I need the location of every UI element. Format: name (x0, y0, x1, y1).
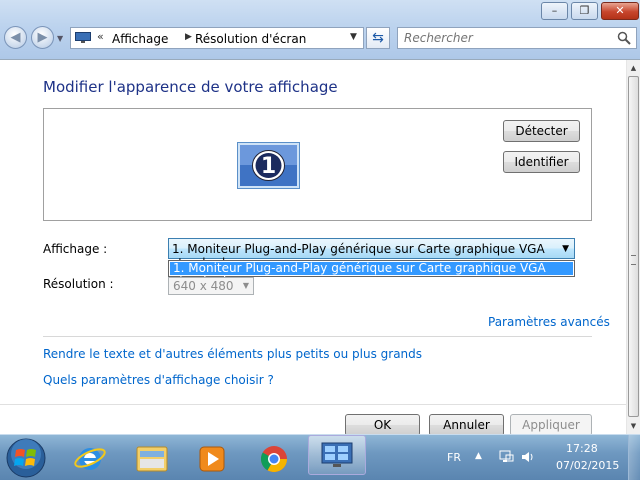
monitor-number: 1 (261, 154, 276, 179)
display-dropdown-list: 1. Moniteur Plug-and-Play générique sur … (168, 260, 575, 288)
address-history-dropdown-icon[interactable]: ▼ (350, 32, 357, 42)
close-button[interactable]: ✕ (601, 2, 639, 20)
forward-button[interactable]: ▶ (31, 26, 54, 49)
breadcrumb-resolution[interactable]: Résolution d'écran (195, 32, 306, 46)
network-icon[interactable] (498, 449, 514, 465)
scroll-up-icon[interactable]: ▲ (627, 60, 640, 76)
scrollbar-thumb[interactable] (628, 76, 639, 417)
divider (43, 336, 592, 337)
back-arrow-icon: ◀ (10, 30, 21, 45)
breadcrumb-affichage[interactable]: Affichage (112, 32, 168, 46)
forward-arrow-icon: ▶ (37, 30, 48, 45)
cancel-button[interactable]: Annuler (429, 414, 504, 436)
address-bar[interactable]: « Affichage ▶ Résolution d'écran ▼ (70, 27, 364, 49)
search-box[interactable] (397, 27, 637, 49)
search-icon[interactable] (617, 31, 631, 45)
maximize-button[interactable]: ❐ (571, 2, 598, 20)
text-size-link[interactable]: Rendre le texte et d'autres éléments plu… (43, 347, 422, 361)
monitor-icon (75, 32, 91, 43)
minimize-button[interactable]: – (541, 2, 568, 20)
clock-time[interactable]: 17:28 (566, 442, 598, 455)
internet-explorer-icon[interactable] (63, 438, 118, 478)
page-title: Modifier l'apparence de votre affichage (43, 78, 338, 96)
refresh-button[interactable]: ⇆ (366, 27, 390, 49)
display-select[interactable]: 1. Moniteur Plug-and-Play générique sur … (168, 238, 575, 270)
detect-button[interactable]: Détecter (503, 120, 580, 142)
windows-explorer-icon[interactable] (124, 438, 179, 478)
display-label: Affichage : (43, 242, 108, 256)
volume-icon[interactable] (520, 449, 536, 465)
refresh-icon: ⇆ (372, 30, 384, 46)
chrome-icon[interactable] (246, 438, 301, 478)
taskbar: FR ▲ 17:28 07/02/2015 (0, 434, 640, 480)
resolution-label: Résolution : (43, 277, 114, 291)
chevron-down-icon: ▼ (242, 281, 249, 290)
identify-button[interactable]: Identifier (503, 151, 580, 173)
grip-icon (631, 255, 636, 265)
resolution-select: 640 x 480 ▼ (168, 277, 254, 295)
language-indicator[interactable]: FR (447, 451, 461, 464)
footer-divider (0, 404, 626, 405)
scroll-down-icon[interactable]: ▼ (627, 418, 640, 434)
media-player-icon[interactable] (184, 438, 239, 478)
back-button[interactable]: ◀ (4, 26, 27, 49)
apply-button: Appliquer (510, 414, 592, 436)
resolution-select-value: 640 x 480 (173, 279, 234, 293)
recent-pages-dropdown-icon[interactable]: ▼ (57, 34, 63, 43)
chevron-down-icon: ▼ (562, 244, 569, 254)
show-hidden-icons-icon[interactable]: ▲ (475, 451, 482, 461)
monitor-1-tile[interactable]: 1 (237, 142, 300, 189)
search-input[interactable] (404, 30, 604, 46)
which-settings-link[interactable]: Quels paramètres d'affichage choisir ? (43, 373, 274, 387)
vertical-scrollbar[interactable]: ▲ ▼ (626, 60, 640, 434)
display-control-panel-icon (321, 442, 353, 467)
ok-button[interactable]: OK (345, 414, 420, 436)
start-orb-icon[interactable] (3, 436, 49, 480)
display-option-1[interactable]: 1. Moniteur Plug-and-Play générique sur … (170, 262, 573, 288)
window-titlebar: – ❐ ✕ ◀ ▶ ▼ « Affichage ▶ Résolution d'é… (0, 0, 640, 60)
show-desktop-button[interactable] (628, 435, 640, 480)
breadcrumb-overflow[interactable]: « (97, 30, 104, 43)
advanced-settings-link[interactable]: Paramètres avancés (488, 315, 610, 329)
clock-date[interactable]: 07/02/2015 (556, 459, 619, 472)
display-control-panel-taskbar-button[interactable] (308, 435, 366, 475)
breadcrumb-separator-icon[interactable]: ▶ (185, 32, 192, 42)
